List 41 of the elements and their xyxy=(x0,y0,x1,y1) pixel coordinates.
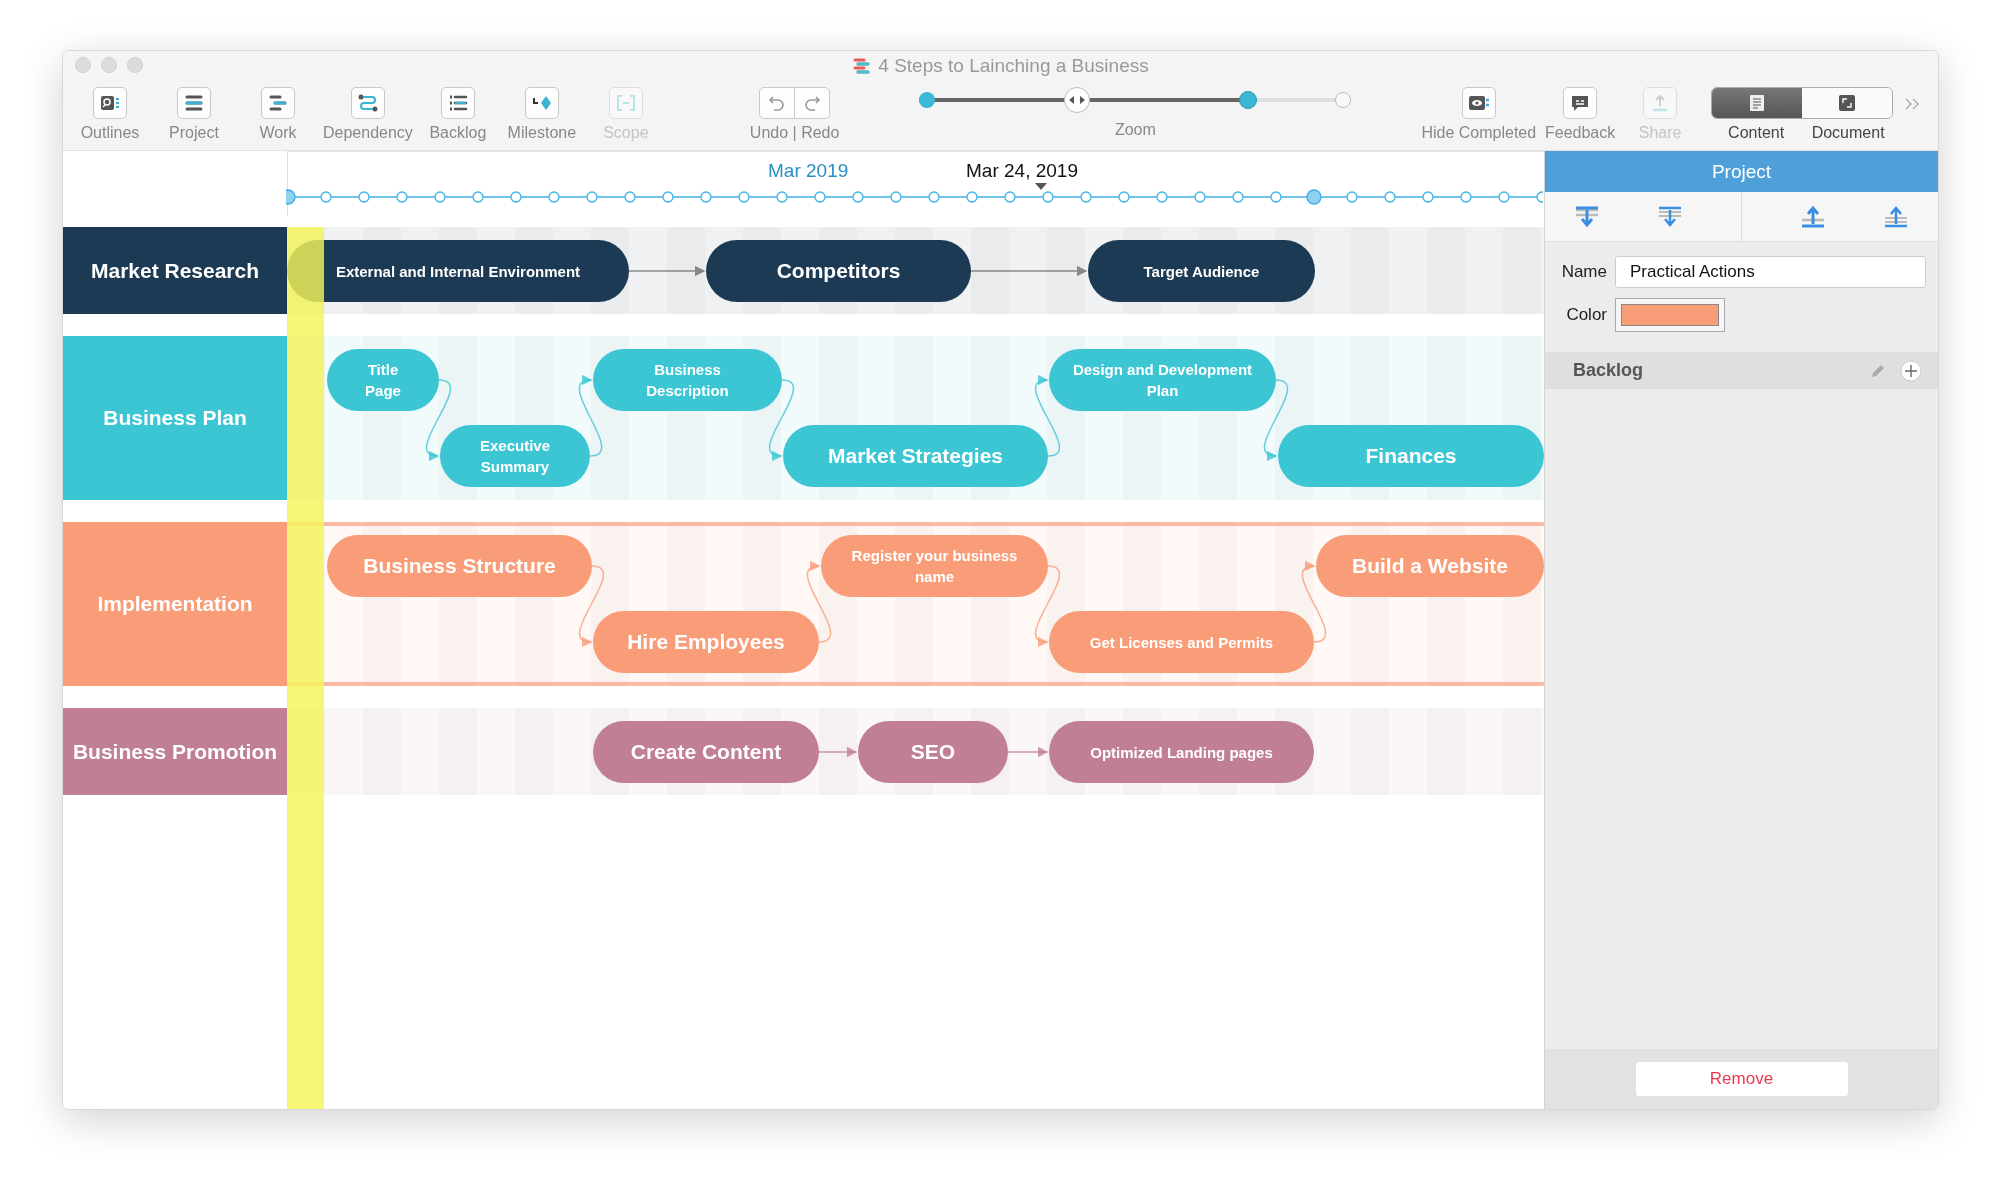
task-node[interactable]: Build a Website xyxy=(1316,535,1544,597)
backlog-title: Backlog xyxy=(1573,360,1645,381)
task-node[interactable]: SEO xyxy=(858,721,1008,783)
toolbar-button[interactable]: Milestone xyxy=(502,87,581,142)
lane-label[interactable]: Implementation xyxy=(63,522,287,686)
toolbar-button[interactable]: Project xyxy=(155,87,233,142)
toolbar-button[interactable]: Backlog xyxy=(418,87,497,142)
task-node[interactable]: Market Strategies xyxy=(783,425,1048,487)
task-node[interactable]: Finances xyxy=(1278,425,1544,487)
name-label: Name xyxy=(1560,262,1607,282)
lane-label[interactable]: Business Plan xyxy=(63,336,287,500)
task-node[interactable]: Competitors xyxy=(706,240,971,302)
task-node[interactable]: Get Licenses and Permits xyxy=(1049,611,1314,673)
month-label: Mar 2019 xyxy=(768,160,849,182)
toolbar-button[interactable]: Work xyxy=(239,87,317,142)
view-mode-label: Content xyxy=(1727,124,1786,142)
task-node[interactable]: Hire Employees xyxy=(593,611,819,673)
lane-label[interactable]: Market Research xyxy=(63,227,287,314)
undo-redo-button[interactable]: Undo | Redo xyxy=(749,87,840,142)
task-node[interactable]: Register your business name xyxy=(821,535,1048,597)
zoom-label: Zoom xyxy=(1114,121,1156,139)
task-node[interactable]: Optimized Landing pages xyxy=(1049,721,1314,783)
window-title: 4 Steps to Lainching a Business xyxy=(878,55,1149,77)
view-mode-label: Document xyxy=(1810,124,1886,142)
name-field[interactable]: Practical Actions xyxy=(1615,256,1926,288)
current-date-label: Mar 24, 2019 xyxy=(966,160,1078,182)
toolbar-button[interactable]: Feedback xyxy=(1544,87,1617,142)
toolbar-button[interactable]: Outlines xyxy=(71,87,149,142)
toolbar-button[interactable]: Dependency xyxy=(323,87,413,142)
task-node[interactable]: Design and Development Plan xyxy=(1049,349,1276,411)
remove-button[interactable]: Remove xyxy=(1635,1062,1848,1096)
color-label: Color xyxy=(1565,305,1607,325)
task-node[interactable]: Business Structure xyxy=(327,535,592,597)
lane-label[interactable]: Business Promotion xyxy=(63,708,287,795)
task-node[interactable]: Target Audience xyxy=(1088,240,1315,302)
task-node[interactable]: Business Description xyxy=(593,349,782,411)
task-node[interactable]: Create Content xyxy=(593,721,819,783)
task-node[interactable]: Title Page xyxy=(327,349,439,411)
toolbar-button[interactable]: Hide Completed xyxy=(1421,87,1537,142)
task-node[interactable]: Executive Summary xyxy=(440,425,590,487)
panel-header: Project xyxy=(1545,151,1938,192)
